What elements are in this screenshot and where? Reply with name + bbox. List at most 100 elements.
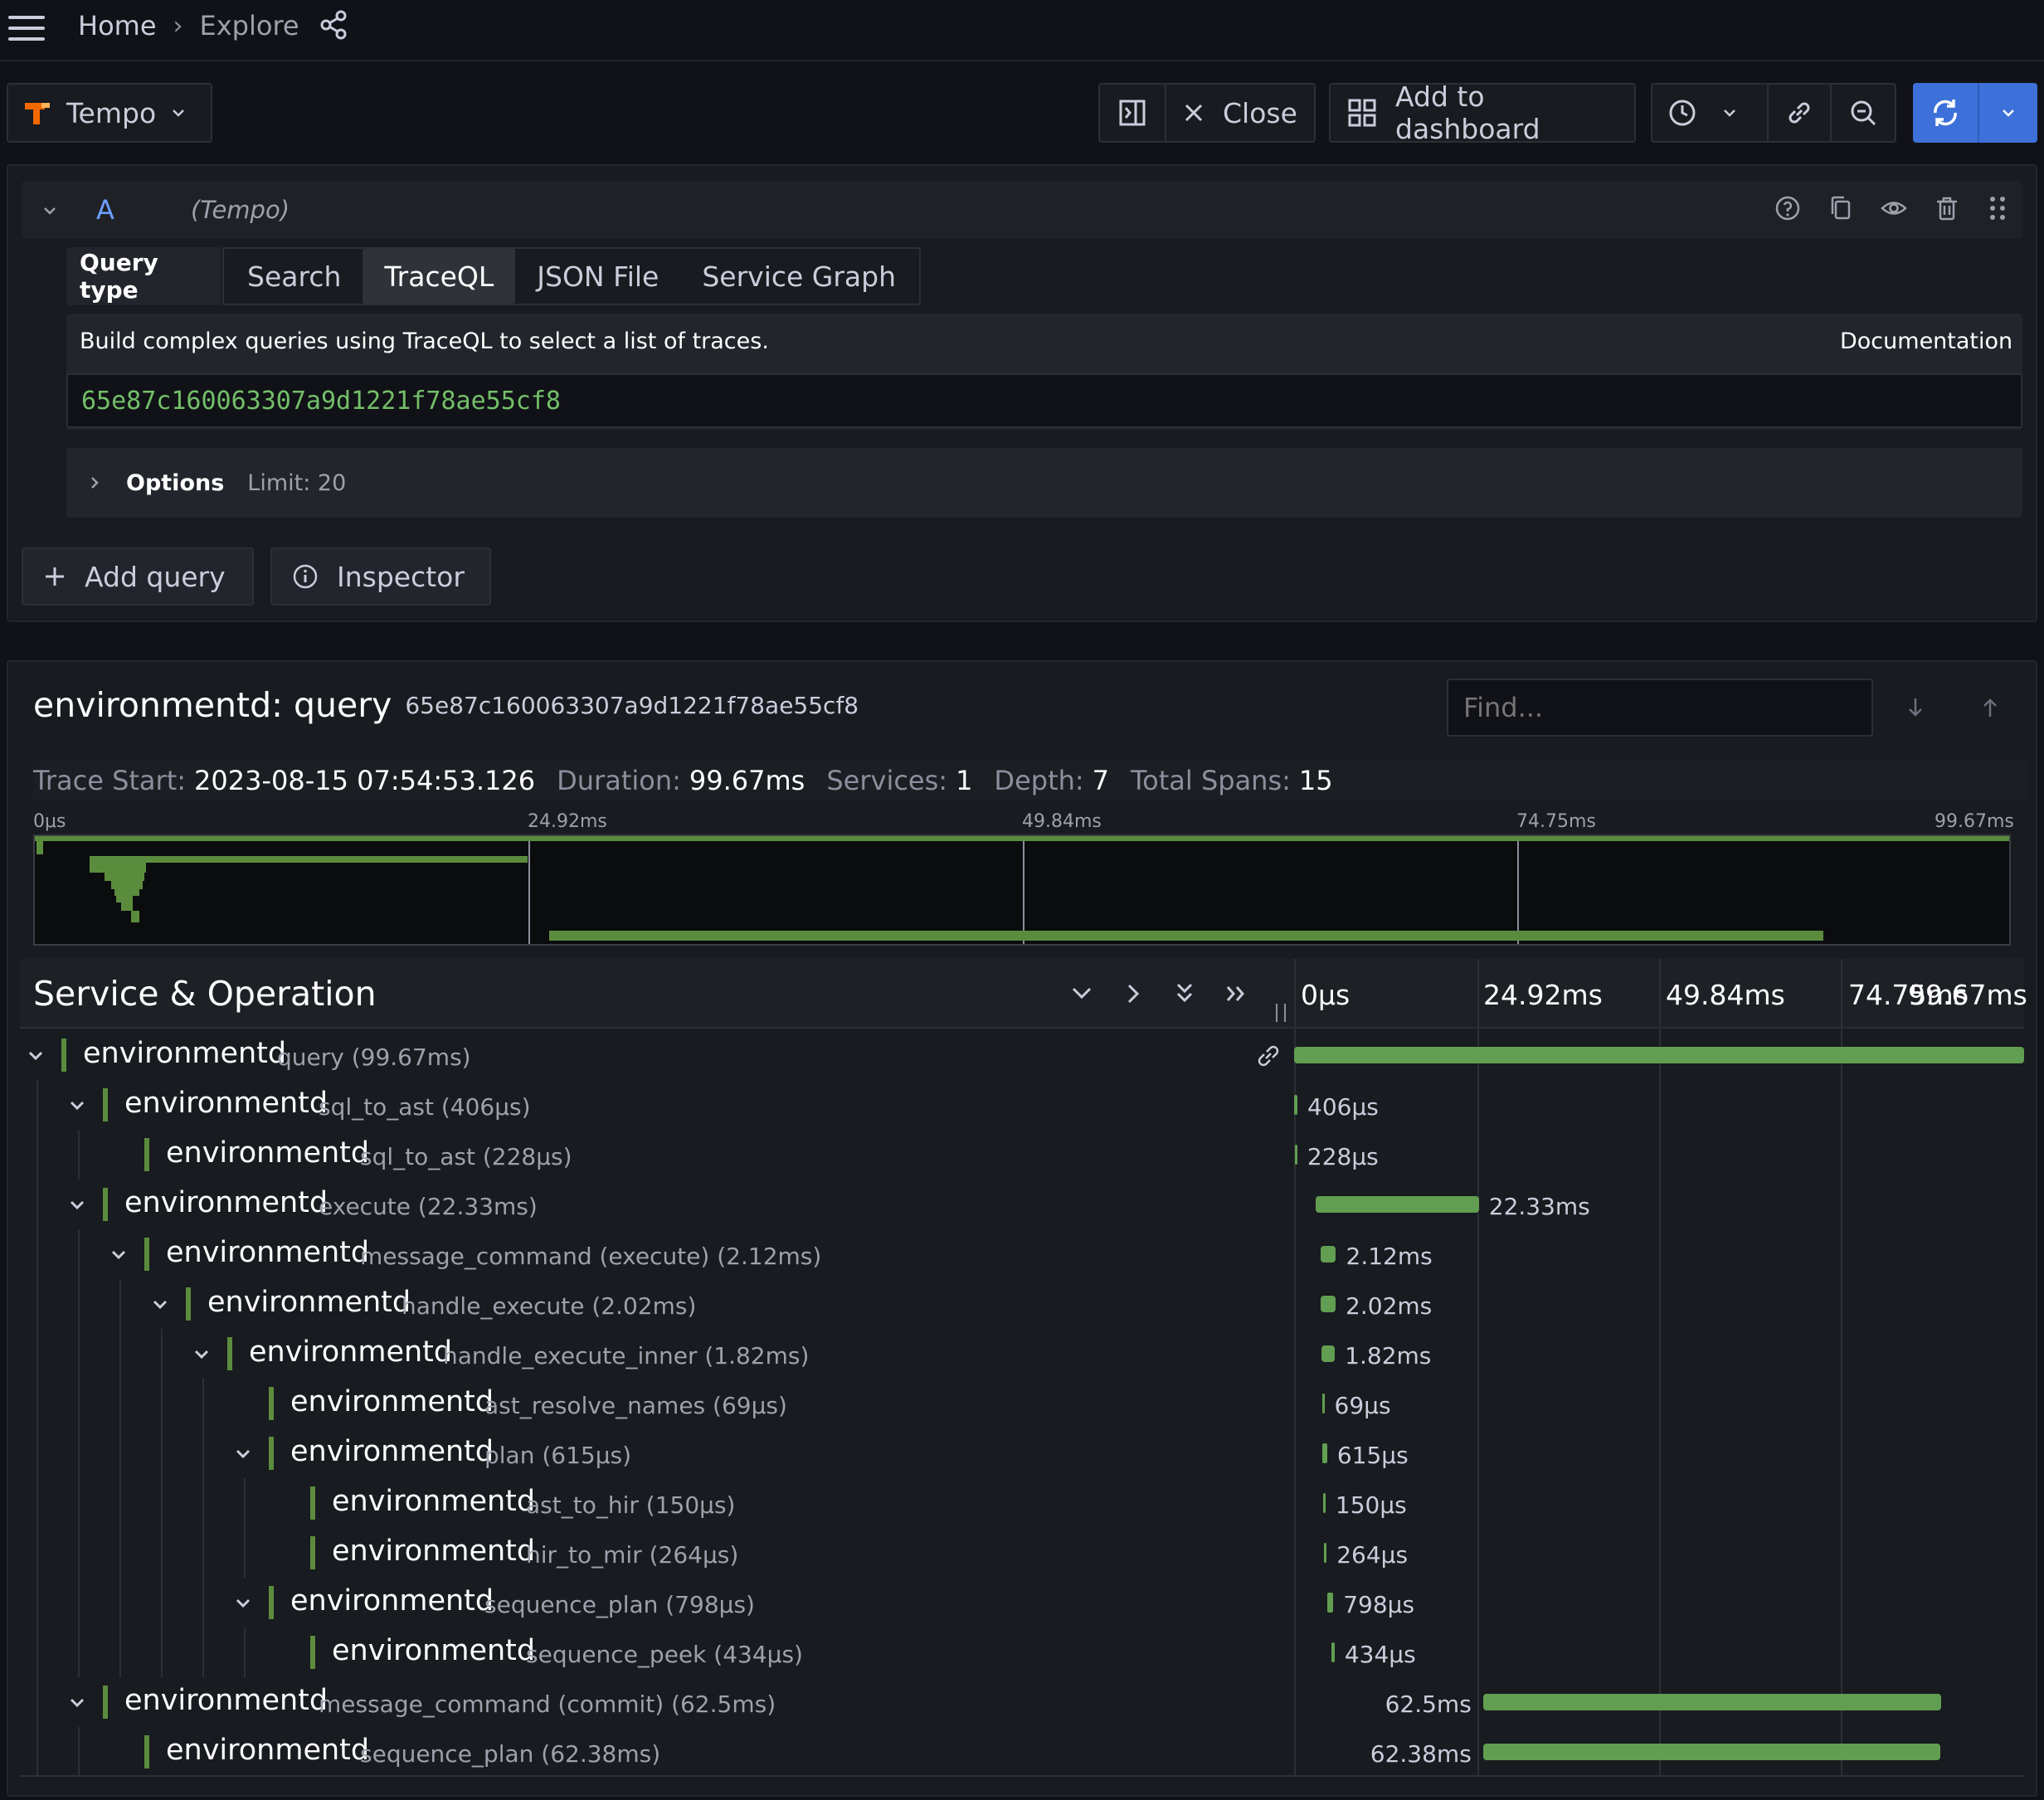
span-row[interactable]: environmentd hir_to_mir (264μs) 264μs — [20, 1528, 2024, 1578]
share-icon[interactable] — [319, 10, 348, 40]
span-service-name[interactable]: environmentd — [166, 1136, 369, 1170]
span-operation-name: ast_to_hir (150μs) — [526, 1491, 736, 1519]
add-query-button[interactable]: Add query — [22, 547, 254, 606]
chevron-down-icon — [1720, 104, 1739, 122]
tab-service-graph[interactable]: Service Graph — [680, 249, 917, 304]
datasource-picker[interactable]: Tempo — [7, 83, 212, 143]
trace-minimap[interactable] — [33, 834, 2011, 946]
span-row[interactable]: environmentd sequence_plan (798μs) 798μs — [20, 1578, 2024, 1627]
breadcrumb-home[interactable]: Home — [78, 10, 157, 41]
chevron-down-icon[interactable] — [108, 1244, 129, 1266]
refresh-button[interactable] — [1913, 83, 2037, 143]
span-bar[interactable] — [1321, 1394, 1325, 1413]
span-bar[interactable] — [1327, 1593, 1334, 1613]
drag-icon[interactable] — [1986, 194, 2009, 222]
chevron-down-icon[interactable] — [25, 1045, 46, 1067]
span-service-name[interactable]: environmentd — [332, 1485, 535, 1518]
query-ref-id[interactable]: A — [96, 194, 114, 226]
link-icon[interactable] — [1254, 1042, 1282, 1070]
close-button[interactable]: Close — [1165, 83, 1316, 143]
trash-icon[interactable] — [1933, 194, 1961, 222]
inspector-button[interactable]: Inspector — [270, 547, 491, 606]
arrow-up-icon[interactable] — [1978, 693, 2003, 722]
eye-icon[interactable] — [1880, 194, 1908, 222]
double-chevron-down-icon[interactable] — [1171, 979, 1198, 1009]
span-bar[interactable] — [1482, 1744, 1940, 1760]
span-bar[interactable] — [1322, 1493, 1326, 1513]
span-service-name[interactable]: environmentd — [124, 1684, 328, 1717]
options-row[interactable]: Options Limit: 20 — [66, 448, 2022, 518]
span-row[interactable]: environmentd ast_resolve_names (69μs) 69μs — [20, 1379, 2024, 1428]
help-icon[interactable] — [1774, 194, 1802, 222]
tree-guide-line — [78, 1329, 80, 1379]
span-service-name[interactable]: environmentd — [249, 1335, 452, 1369]
collapse-query-chevron-down-icon[interactable] — [40, 201, 60, 221]
tab-traceql[interactable]: TraceQL — [363, 249, 516, 304]
tree-guide-line — [244, 1528, 246, 1578]
span-bar[interactable] — [1324, 1543, 1327, 1563]
arrow-down-icon[interactable] — [1903, 693, 1928, 722]
traceql-query-input[interactable]: 65e87c160063307a9d1221f78ae55cf8 — [66, 373, 2022, 428]
span-bar[interactable] — [1321, 1296, 1336, 1312]
chevron-down-icon[interactable] — [66, 1095, 88, 1116]
span-bar[interactable] — [1315, 1196, 1479, 1213]
span-row[interactable]: environmentd ast_to_hir (150μs) 150μs — [20, 1478, 2024, 1528]
span-service-name[interactable]: environmentd — [290, 1385, 494, 1418]
chevron-down-icon[interactable] — [66, 1194, 88, 1216]
span-service-name[interactable]: environmentd — [332, 1634, 535, 1667]
tab-search[interactable]: Search — [226, 249, 363, 304]
double-chevron-right-icon[interactable] — [1223, 979, 1249, 1009]
copy-icon[interactable] — [1827, 194, 1855, 222]
span-service-name[interactable]: environmentd — [290, 1435, 494, 1468]
span-bar[interactable] — [1294, 1095, 1298, 1115]
menu-icon[interactable] — [7, 12, 46, 45]
span-row[interactable]: environmentd message_command (execute) (2… — [20, 1229, 2024, 1279]
span-service-name[interactable]: environmentd — [290, 1584, 494, 1618]
add-to-dashboard-button[interactable]: Add to dashboard — [1329, 80, 1636, 145]
span-service-name[interactable]: environmentd — [207, 1286, 411, 1319]
span-row[interactable]: environmentd sequence_peek (434μs) 434μs — [20, 1627, 2024, 1677]
span-service-name[interactable]: environmentd — [332, 1535, 535, 1568]
span-bar[interactable] — [1482, 1694, 1941, 1710]
refresh-icon[interactable] — [1913, 83, 1979, 143]
span-row[interactable]: environmentd query (99.67ms) — [20, 1030, 2024, 1080]
time-picker-button[interactable] — [1651, 83, 1769, 143]
span-service-name[interactable]: environmentd — [124, 1186, 328, 1219]
chevron-down-icon[interactable] — [191, 1344, 212, 1365]
chevron-down-icon[interactable] — [1979, 83, 2037, 143]
documentation-link[interactable]: Documentation — [1840, 328, 2012, 354]
span-row[interactable]: environmentd handle_execute_inner (1.82ms… — [20, 1329, 2024, 1379]
chevron-down-icon[interactable] — [232, 1593, 254, 1614]
chevron-down-icon[interactable] — [66, 1692, 88, 1714]
tree-guide-line — [202, 1627, 204, 1677]
span-row[interactable]: environmentd sql_to_ast (228μs) 228μs — [20, 1130, 2024, 1180]
span-bar[interactable] — [1294, 1145, 1297, 1165]
chevron-down-icon[interactable] — [1068, 979, 1095, 1009]
span-service-name[interactable]: environmentd — [83, 1037, 286, 1070]
zoom-out-button[interactable] — [1830, 83, 1896, 143]
span-service-name[interactable]: environmentd — [166, 1734, 369, 1767]
span-row[interactable]: environmentd sql_to_ast (406μs) 406μs — [20, 1080, 2024, 1130]
span-duration-label: 22.33ms — [1488, 1193, 1590, 1220]
span-bar[interactable] — [1331, 1642, 1335, 1662]
span-service-name[interactable]: environmentd — [166, 1236, 369, 1269]
span-bar[interactable] — [1321, 1345, 1336, 1362]
chevron-right-icon[interactable] — [1120, 979, 1146, 1009]
copy-link-button[interactable] — [1767, 83, 1832, 143]
tree-guide-line — [36, 1627, 38, 1677]
span-row[interactable]: environmentd message_command (commit) (62… — [20, 1677, 2024, 1727]
column-resize-handle[interactable] — [1276, 1004, 1286, 1022]
span-bar[interactable] — [1320, 1246, 1336, 1262]
span-bar[interactable] — [1294, 1047, 2024, 1063]
find-input[interactable] — [1447, 679, 1873, 737]
split-pane-button[interactable] — [1098, 83, 1165, 143]
chevron-down-icon[interactable] — [149, 1294, 171, 1316]
tab-json-file[interactable]: JSON File — [515, 249, 680, 304]
span-row[interactable]: environmentd sequence_plan (62.38ms) 62.38… — [20, 1727, 2024, 1777]
span-bar[interactable] — [1322, 1443, 1327, 1463]
span-service-name[interactable]: environmentd — [124, 1087, 328, 1120]
span-row[interactable]: environmentd plan (615μs) 615μs — [20, 1428, 2024, 1478]
span-row[interactable]: environmentd handle_execute (2.02ms) 2.02m… — [20, 1279, 2024, 1329]
span-row[interactable]: environmentd execute (22.33ms) 22.33ms — [20, 1180, 2024, 1229]
chevron-down-icon[interactable] — [232, 1443, 254, 1465]
